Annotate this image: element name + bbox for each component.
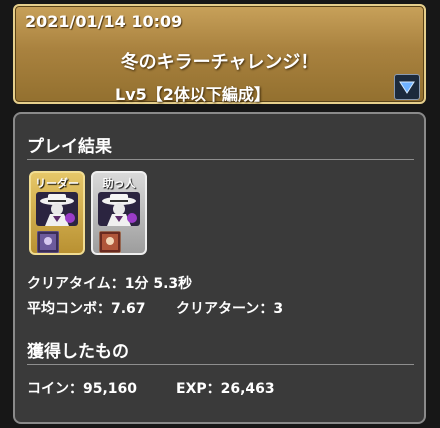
- helper-monster-icon: [98, 192, 140, 226]
- play-result-heading: プレイ結果: [27, 137, 112, 157]
- play-datetime: 2021/01/14 10:09: [25, 12, 183, 31]
- dungeon-title: 冬のキラーチャレンジ！: [120, 52, 319, 73]
- helper-card[interactable]: 助っ人: [91, 171, 147, 255]
- coin-value: 95,160: [83, 381, 138, 397]
- clear-time-value: 1分 5.3秒: [124, 276, 193, 292]
- dungeon-header: 2021/01/14 10:09 冬のキラーチャレンジ！ Lv5【2体以下編成】: [13, 4, 426, 104]
- leader-assist-icon: [37, 231, 59, 253]
- result-panel: プレイ結果 リーダー 助っ人 クリアタイム：1分 5.3秒 平均コンボ：7.67…: [13, 112, 426, 424]
- clear-turn-label: クリアターン: [176, 301, 260, 317]
- helper-tag: 助っ人: [102, 177, 136, 190]
- leader-card[interactable]: リーダー: [29, 171, 85, 255]
- divider: [27, 159, 414, 160]
- expand-dropdown-button[interactable]: [394, 74, 420, 100]
- helper-assist-icon: [99, 231, 121, 253]
- triangle-down-icon: [399, 81, 415, 94]
- avg-combo-value: 7.67: [111, 301, 146, 317]
- coin-label: コイン: [27, 381, 69, 397]
- exp-row: EXP：26,463: [176, 381, 275, 397]
- avg-combo-label: 平均コンボ: [27, 301, 97, 317]
- rewards-heading: 獲得したもの: [27, 342, 129, 362]
- clear-turn-row: クリアターン：3: [176, 301, 284, 317]
- clear-turn-value: 3: [273, 301, 284, 317]
- clear-time-label: クリアタイム: [27, 276, 111, 292]
- leader-monster-icon: [36, 192, 78, 226]
- dungeon-level-subtitle: Lv5【2体以下編成】: [115, 85, 270, 104]
- exp-label: EXP: [176, 381, 207, 397]
- avg-combo-row: 平均コンボ：7.67: [27, 301, 146, 317]
- clear-time-row: クリアタイム：1分 5.3秒: [27, 276, 193, 292]
- leader-tag: リーダー: [35, 177, 79, 190]
- exp-value: 26,463: [220, 381, 275, 397]
- divider: [27, 364, 414, 365]
- coin-row: コイン：95,160: [27, 381, 138, 397]
